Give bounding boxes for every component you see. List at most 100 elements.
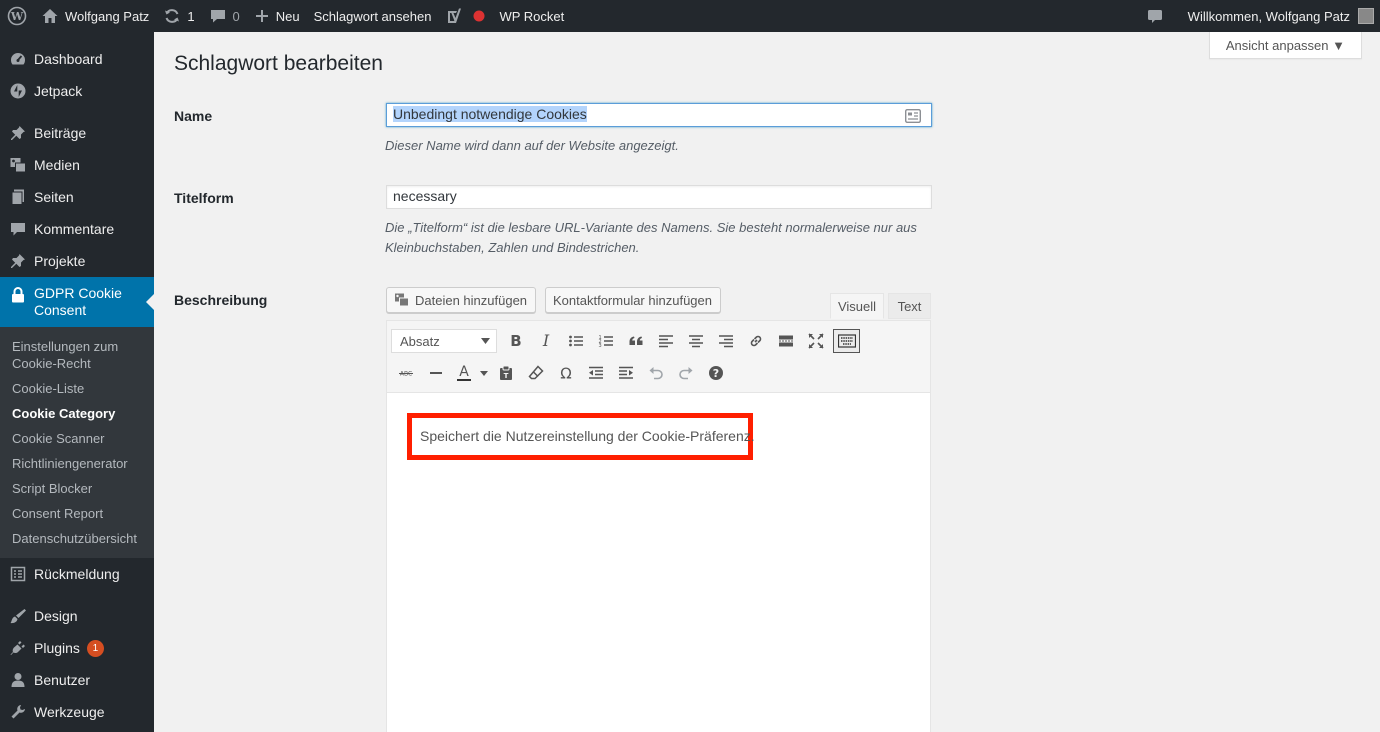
my-account-link[interactable]: Willkommen, Wolfgang Patz [1171,0,1380,32]
submenu-policy-generator[interactable]: Richtliniengenerator [0,451,154,476]
insert-link-button[interactable] [741,328,771,354]
redo-button[interactable] [671,360,701,386]
description-editor: Absatz B I 123 ABC A [386,320,931,732]
menu-pages[interactable]: Seiten [0,181,154,213]
special-character-button[interactable]: Ω [551,360,581,386]
slug-input[interactable]: necessary [386,185,932,209]
submenu-cookie-category[interactable]: Cookie Category [0,401,154,426]
submenu-cookie-list[interactable]: Cookie-Liste [0,376,154,401]
view-tag-link[interactable]: Schlagwort ansehen [307,0,439,32]
new-content-link[interactable]: Neu [247,0,307,32]
pages-icon [8,187,28,207]
align-right-button[interactable] [711,328,741,354]
autofill-card-icon[interactable] [905,109,921,123]
comment-bubble-icon [210,10,225,23]
italic-button[interactable]: I [531,328,561,354]
align-left-button[interactable] [651,328,681,354]
menu-gdpr-cookie-consent[interactable]: GDPR Cookie Consent [0,277,154,327]
submenu-privacy-overview[interactable]: Datenschutzübersicht [0,526,154,551]
numbered-list-button[interactable]: 123 [591,328,621,354]
status-dot-icon [473,10,485,22]
blockquote-button[interactable] [621,328,651,354]
indent-button[interactable] [611,360,641,386]
clear-formatting-button[interactable] [521,360,551,386]
tab-text[interactable]: Text [888,293,931,319]
redo-icon [679,367,693,380]
notification-icon [1147,10,1162,23]
comments-count: 0 [232,8,240,24]
name-input[interactable]: Unbedingt notwendige Cookies [386,103,932,127]
keyboard-shortcuts-button[interactable]: ? [701,360,731,386]
format-select[interactable]: Absatz [391,329,497,353]
svg-text:I: I [542,333,550,349]
updates-count: 1 [187,8,195,24]
yoast-link[interactable] [438,0,492,32]
bold-button[interactable]: B [501,328,531,354]
submenu-consent-report[interactable]: Consent Report [0,501,154,526]
editor-toolbar: Absatz B I 123 ABC A [387,321,930,393]
slug-input-value: necessary [393,188,457,204]
updates-icon [165,9,180,23]
screen-options-button[interactable]: Ansicht anpassen ▼ [1208,32,1362,59]
outdent-button[interactable] [581,360,611,386]
undo-button[interactable] [641,360,671,386]
menu-design[interactable]: Design [0,600,154,632]
menu-dashboard[interactable]: Dashboard [0,43,154,75]
add-contact-form-button[interactable]: Kontaktformular hinzufügen [545,287,721,313]
tab-visual[interactable]: Visuell [830,293,884,319]
eraser-icon [528,365,544,380]
text-color-dropdown[interactable] [477,360,491,386]
slug-label: Titelform [174,190,234,206]
fullscreen-button[interactable] [801,328,831,354]
horizontal-line-button[interactable] [421,360,451,386]
bullet-list-button[interactable] [561,328,591,354]
feedback-icon [8,564,28,584]
omega-icon: Ω [560,365,571,381]
menu-jetpack[interactable]: Jetpack [0,75,154,107]
submenu-cookie-law-settings[interactable]: Einstellungen zum Cookie-Recht [0,334,154,376]
clipboard-icon: T [500,365,512,380]
menu-projects[interactable]: Projekte [0,245,154,277]
text-color-icon: A [457,364,471,381]
menu-feedback[interactable]: Rückmeldung [0,558,154,590]
menu-posts[interactable]: Beiträge [0,117,154,149]
menu-media[interactable]: Medien [0,149,154,181]
brush-icon [8,606,28,626]
site-name-link[interactable]: Wolfgang Patz [34,0,156,32]
menu-tools[interactable]: Werkzeuge [0,696,154,728]
caret-down-icon [480,370,488,376]
menu-label: Dashboard [34,51,103,67]
menu-label: Jetpack [34,83,83,99]
align-center-button[interactable] [681,328,711,354]
text-color-button[interactable]: A [451,360,477,386]
add-media-button[interactable]: Dateien hinzufügen [386,287,536,313]
submenu-script-blocker[interactable]: Script Blocker [0,476,154,501]
updates-link[interactable]: 1 [156,0,201,32]
svg-text:W: W [10,10,24,23]
editor-content-area[interactable]: Speichert die Nutzereinstellung der Cook… [387,393,930,732]
strikethrough-button[interactable]: ABC [391,360,421,386]
wp-rocket-link[interactable]: WP Rocket [492,0,571,32]
menu-comments[interactable]: Kommentare [0,213,154,245]
menu-label: Projekte [34,253,86,269]
site-name: Wolfgang Patz [65,8,150,24]
notifications-link[interactable] [1139,0,1171,32]
submenu-cookie-scanner[interactable]: Cookie Scanner [0,426,154,451]
read-more-button[interactable] [771,328,801,354]
menu-plugins[interactable]: Plugins 1 [0,632,154,664]
toolbar-toggle-button[interactable] [833,329,860,353]
fullscreen-icon [808,333,824,349]
menu-label: Design [34,608,78,624]
new-label: Neu [275,8,300,24]
comments-link[interactable]: 0 [202,0,247,32]
align-center-icon [689,335,703,348]
menu-users[interactable]: Benutzer [0,664,154,696]
strikethrough-icon: ABC [399,371,413,378]
plugins-icon [8,638,28,658]
plus-icon [255,10,268,22]
paste-as-text-button[interactable]: T [491,360,521,386]
wordpress-logo-icon[interactable]: W [0,0,34,32]
description-paragraph[interactable]: Speichert die Nutzereinstellung der Cook… [407,413,755,460]
svg-text:Ω: Ω [560,365,571,381]
italic-icon: I [542,333,550,349]
